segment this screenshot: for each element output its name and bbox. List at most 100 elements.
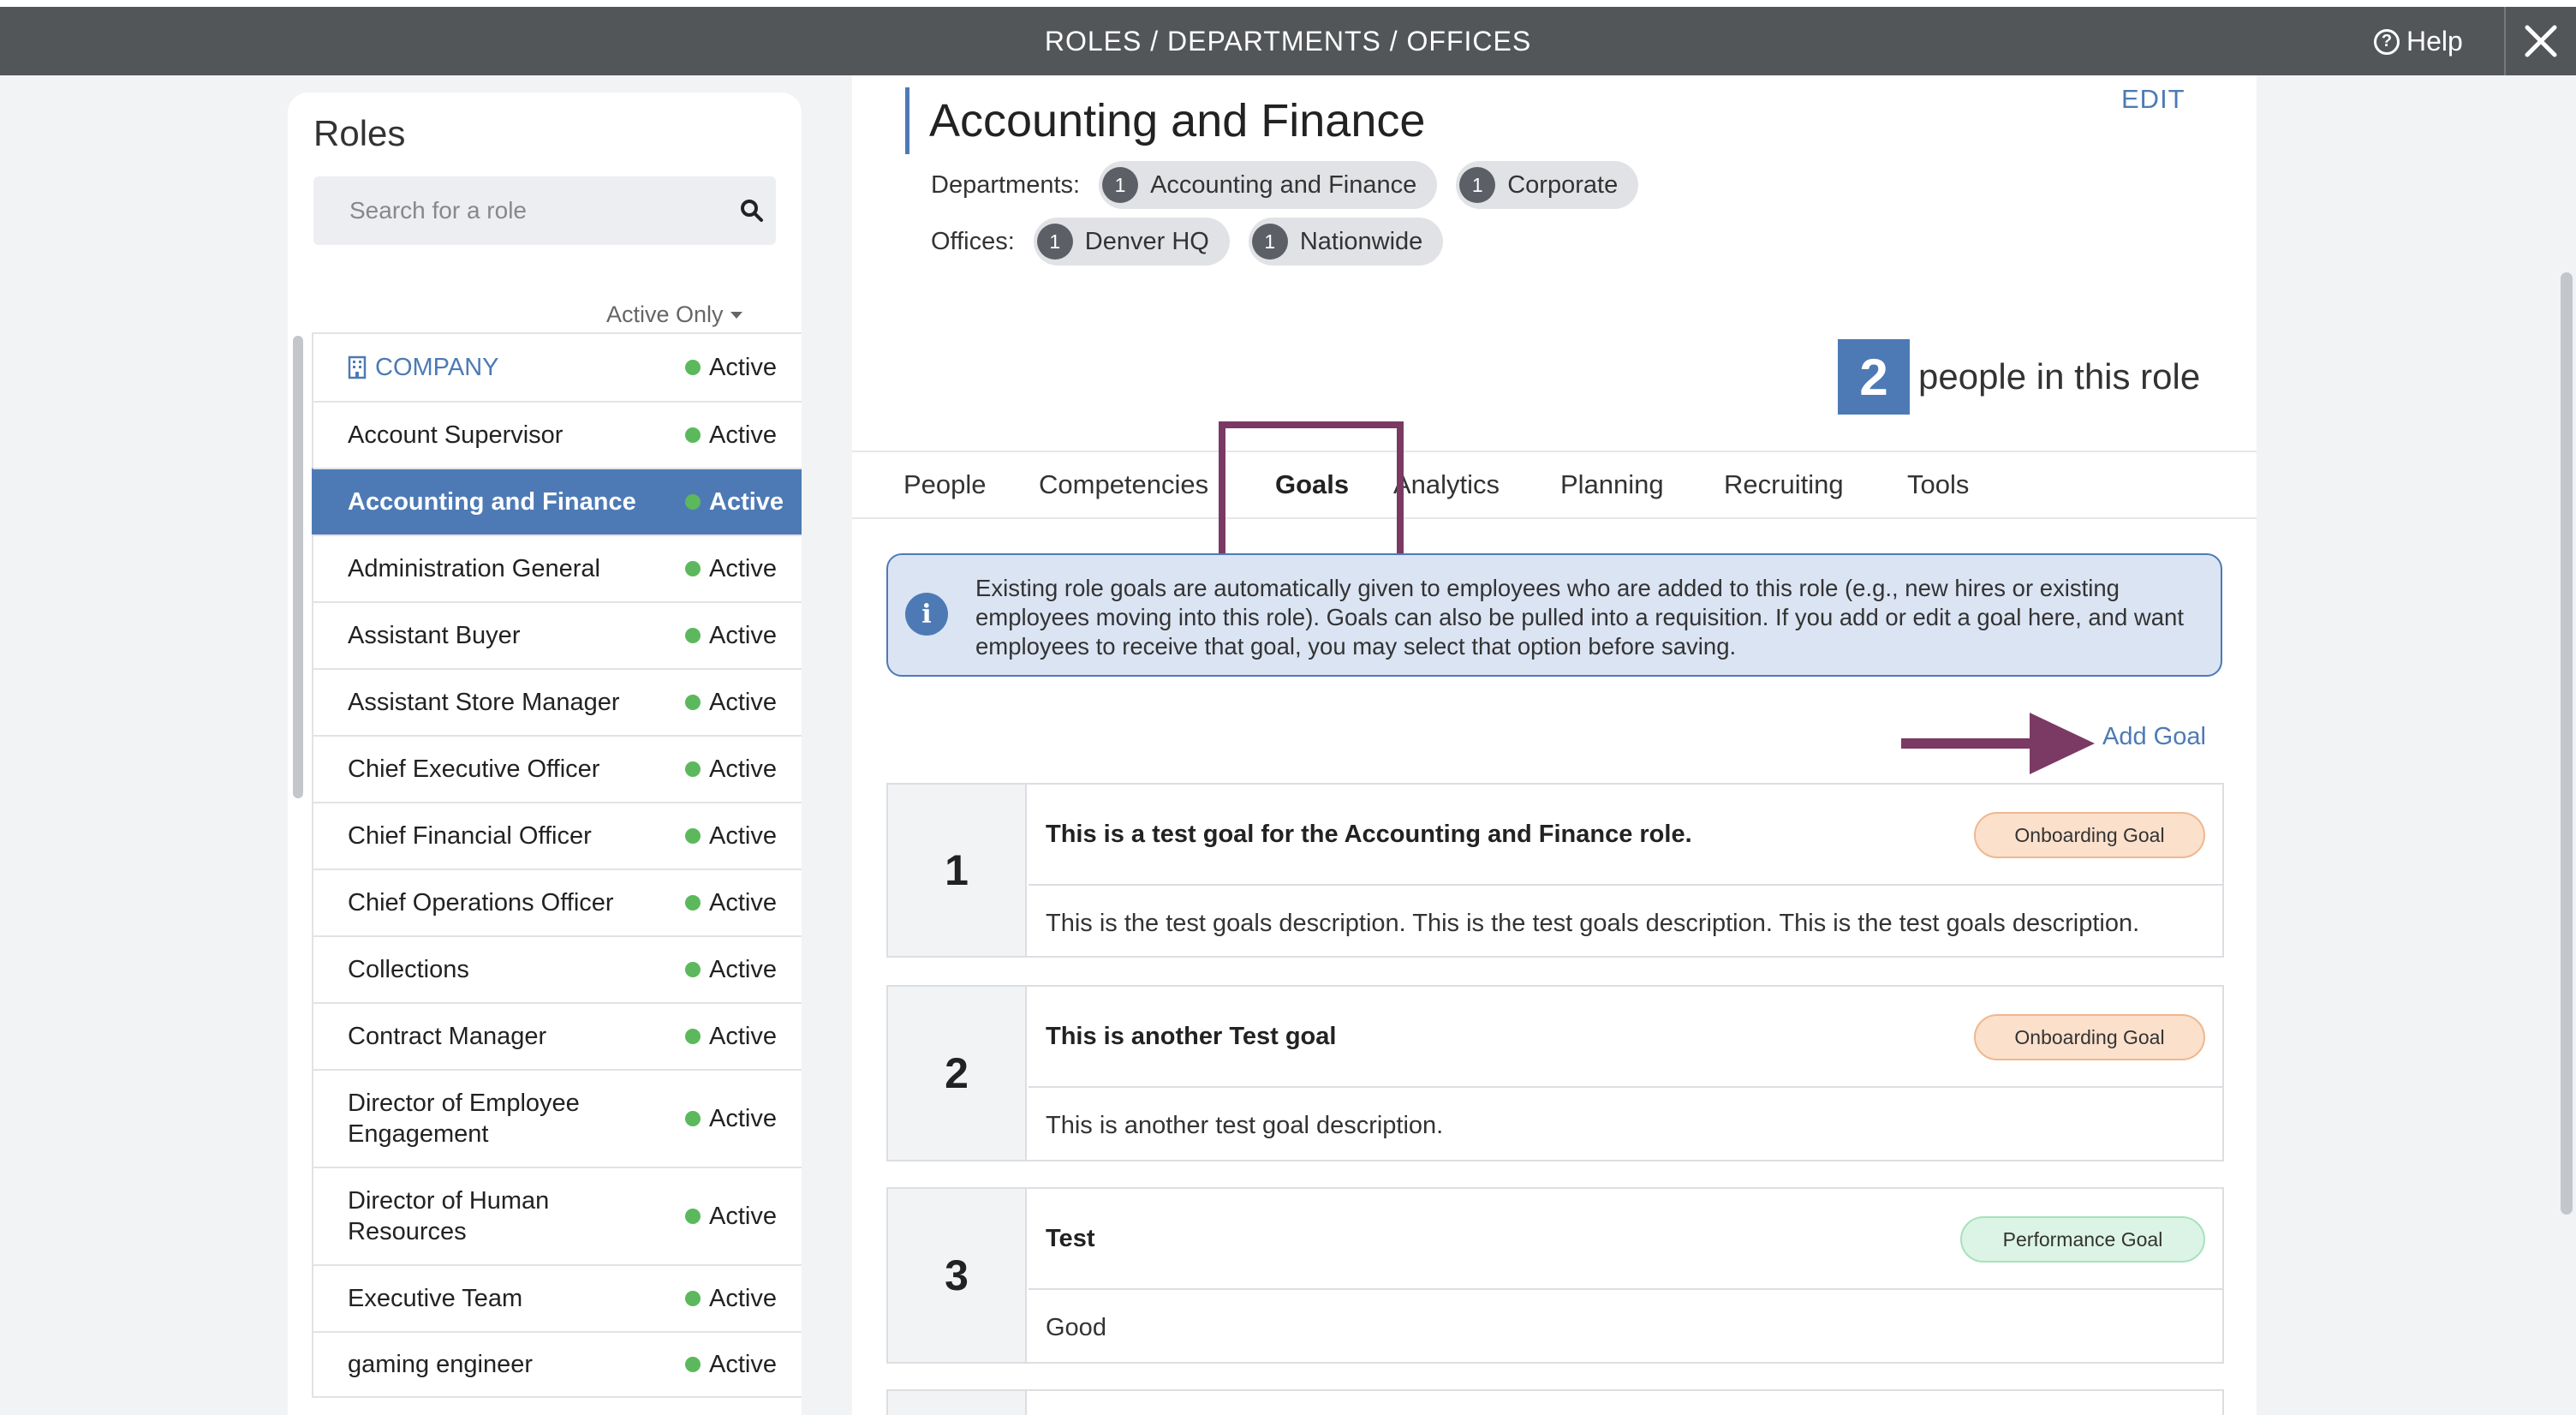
status-badge: Active xyxy=(685,1105,777,1133)
goal-description: This is the test goals description. This… xyxy=(1046,910,2140,937)
role-name: Collections xyxy=(348,955,469,983)
search-input[interactable] xyxy=(313,176,724,245)
active-dot-icon xyxy=(685,1029,701,1044)
office-chip[interactable]: 1 Denver HQ xyxy=(1033,218,1230,266)
active-dot-icon xyxy=(685,1357,701,1372)
status-badge: Active xyxy=(685,622,777,650)
role-item[interactable]: Account Supervisor Active xyxy=(312,401,802,468)
role-item[interactable]: Chief Operations Officer Active xyxy=(312,869,802,935)
role-tabs: People Competencies Goals Analytics Plan… xyxy=(852,451,2257,519)
info-banner: i Existing role goals are automatically … xyxy=(886,553,2222,677)
close-icon xyxy=(2525,25,2557,57)
active-dot-icon xyxy=(685,895,701,910)
people-count-badge: 2 xyxy=(1838,339,1910,415)
role-item[interactable]: Assistant Store Manager Active xyxy=(312,668,802,735)
role-title: Accounting and Finance xyxy=(929,95,1426,146)
roles-sidebar: Roles Active Only COMPANY Activ xyxy=(288,93,802,1415)
status-badge: Active xyxy=(685,488,784,516)
tab-competencies[interactable]: Competencies xyxy=(1039,469,1208,500)
close-button[interactable] xyxy=(2504,7,2576,75)
office-chip[interactable]: 1 Nationwide xyxy=(1248,218,1444,266)
role-item[interactable]: Executive Team Active xyxy=(312,1264,802,1331)
goal-type-badge: Performance Goal xyxy=(1960,1216,2205,1263)
active-dot-icon xyxy=(685,494,701,510)
status-badge: Active xyxy=(685,755,777,784)
role-item[interactable]: Chief Executive Officer Active xyxy=(312,735,802,802)
role-search xyxy=(313,176,776,245)
help-button[interactable]: ? Help xyxy=(2374,26,2463,57)
goal-card[interactable]: 3 Test Performance Goal Good xyxy=(886,1187,2224,1364)
goal-header: Test Performance Goal xyxy=(1029,1189,2222,1290)
tab-recruiting[interactable]: Recruiting xyxy=(1724,469,1844,500)
department-chip[interactable]: 1 Corporate xyxy=(1456,161,1639,209)
role-item[interactable]: Director of Human Resources Active xyxy=(312,1167,802,1264)
goal-header xyxy=(1029,1391,2222,1415)
role-name: COMPANY xyxy=(375,353,499,381)
role-name: Executive Team xyxy=(348,1284,523,1312)
active-dot-icon xyxy=(685,828,701,844)
goal-type-badge: Onboarding Goal xyxy=(1974,1014,2205,1060)
status-badge: Active xyxy=(685,354,777,382)
page-title: ROLES / DEPARTMENTS / OFFICES xyxy=(1044,26,1532,57)
role-item-selected[interactable]: Accounting and Finance Active xyxy=(312,468,802,534)
goal-description: Good xyxy=(1046,1314,1106,1341)
edit-button[interactable]: EDIT xyxy=(2121,84,2185,115)
active-dot-icon xyxy=(685,360,701,375)
search-icon xyxy=(741,200,763,222)
role-item[interactable]: gaming engineer Active xyxy=(312,1331,802,1398)
goal-header: This is a test goal for the Accounting a… xyxy=(1029,785,2222,886)
info-text: Existing role goals are automatically gi… xyxy=(975,575,2184,660)
sidebar-scrollbar[interactable] xyxy=(293,336,303,798)
role-name: Chief Executive Officer xyxy=(348,755,600,783)
role-item[interactable]: Administration General Active xyxy=(312,534,802,601)
departments-label: Departments: xyxy=(931,170,1081,199)
page-scrollbar[interactable] xyxy=(2561,272,2573,1215)
help-icon: ? xyxy=(2374,28,2400,55)
tab-planning[interactable]: Planning xyxy=(1560,469,1664,500)
status-filter-dropdown[interactable]: Active Only xyxy=(606,302,742,328)
count-badge: 1 xyxy=(1251,224,1288,260)
info-icon: i xyxy=(905,593,948,636)
people-count-label: people in this role xyxy=(1918,356,2201,397)
title-accent-bar xyxy=(905,87,909,154)
goal-card[interactable]: 2 This is another Test goal Onboarding G… xyxy=(886,985,2224,1161)
role-item-company[interactable]: COMPANY Active xyxy=(312,332,802,401)
add-goal-link[interactable]: Add Goal xyxy=(2102,723,2206,751)
goal-card[interactable]: 1 This is a test goal for the Accounting… xyxy=(886,783,2224,958)
status-badge: Active xyxy=(685,956,777,984)
role-item[interactable]: Collections Active xyxy=(312,935,802,1002)
status-badge: Active xyxy=(685,1351,777,1379)
help-label: Help xyxy=(2406,26,2463,57)
goals-tab-highlight xyxy=(1219,421,1404,564)
goal-number xyxy=(888,1391,1027,1415)
goal-number: 1 xyxy=(888,785,1027,956)
status-badge: Active xyxy=(685,689,777,717)
department-chip[interactable]: 1 Accounting and Finance xyxy=(1099,161,1438,209)
goal-title: Test xyxy=(1046,1225,1095,1252)
role-item[interactable]: Chief Financial Officer Active xyxy=(312,802,802,869)
status-badge: Active xyxy=(685,1203,777,1231)
count-badge: 1 xyxy=(1036,224,1073,260)
active-dot-icon xyxy=(685,1209,701,1224)
role-name: Chief Financial Officer xyxy=(348,821,592,850)
tab-analytics[interactable]: Analytics xyxy=(1393,469,1500,500)
goal-card[interactable] xyxy=(886,1389,2224,1415)
role-list: COMPANY Active Account Supervisor Active… xyxy=(312,332,802,1398)
role-item[interactable]: Contract Manager Active xyxy=(312,1002,802,1069)
tab-people[interactable]: People xyxy=(903,469,987,500)
role-name: Contract Manager xyxy=(348,1022,547,1050)
active-dot-icon xyxy=(685,1111,701,1126)
role-name: Assistant Store Manager xyxy=(348,688,620,716)
search-button[interactable] xyxy=(733,192,771,230)
goal-title: This is a test goal for the Accounting a… xyxy=(1046,821,1692,848)
count-badge: 1 xyxy=(1102,167,1139,203)
tab-tools[interactable]: Tools xyxy=(1907,469,1969,500)
chip-label: Denver HQ xyxy=(1084,227,1209,255)
status-badge: Active xyxy=(685,822,777,851)
goal-title: This is another Test goal xyxy=(1046,1023,1337,1050)
chevron-down-icon xyxy=(730,311,742,319)
role-item[interactable]: Director of Employee Engagement Active xyxy=(312,1069,802,1167)
status-badge: Active xyxy=(685,1285,777,1313)
role-item[interactable]: Assistant Buyer Active xyxy=(312,601,802,668)
status-badge: Active xyxy=(685,889,777,917)
